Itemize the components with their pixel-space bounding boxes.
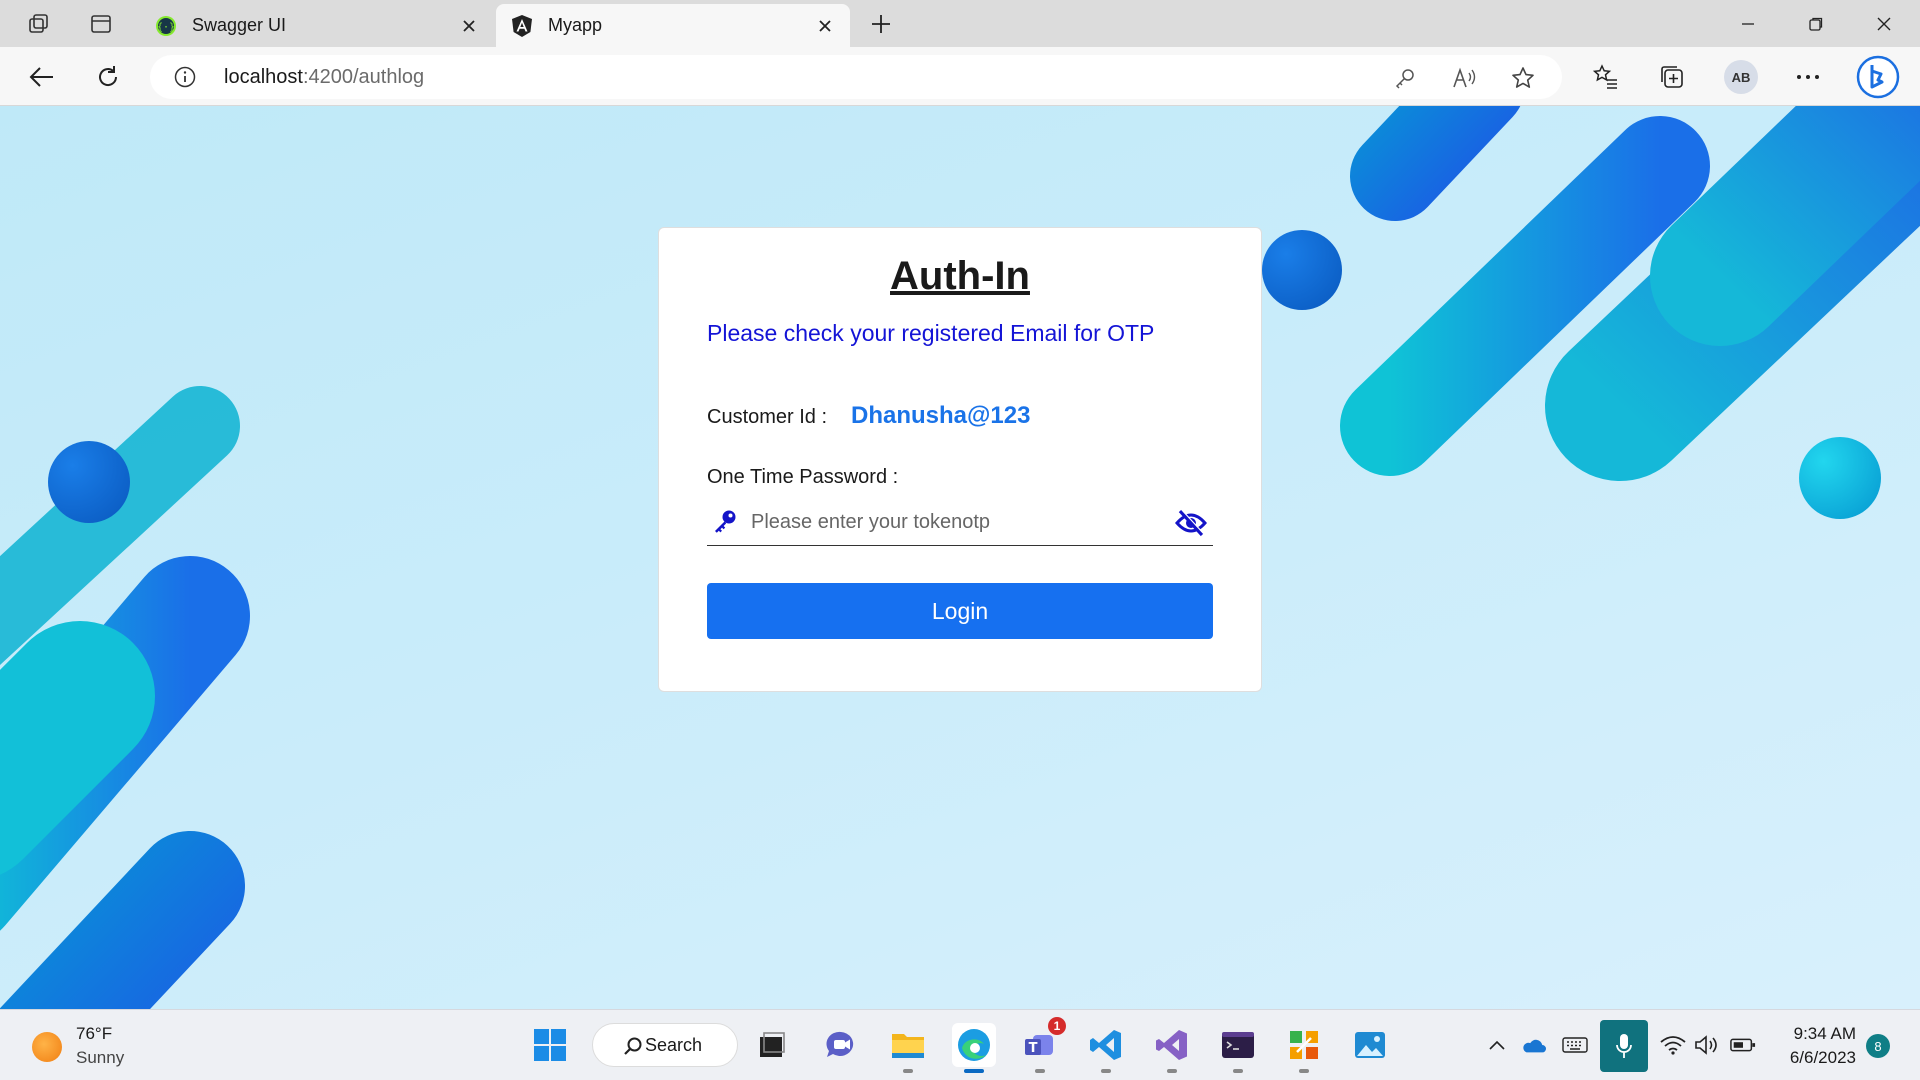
- taskbar-search[interactable]: Search: [592, 1023, 738, 1067]
- edge-browser-icon[interactable]: [952, 1023, 996, 1073]
- clock-time: 9:34 AM: [1793, 1024, 1856, 1043]
- running-indicator: [1167, 1069, 1177, 1073]
- restore-button[interactable]: [1796, 8, 1836, 40]
- login-button[interactable]: Login: [707, 583, 1213, 639]
- close-tab-icon[interactable]: [458, 15, 480, 37]
- svg-text:T: T: [1029, 1041, 1038, 1056]
- otp-label: One Time Password :: [707, 466, 899, 488]
- teams-chat-icon[interactable]: [820, 1023, 864, 1067]
- task-view-icon[interactable]: [750, 1023, 794, 1067]
- favorite-star-icon[interactable]: [1510, 65, 1536, 91]
- close-window-button[interactable]: [1864, 8, 1904, 40]
- angular-favicon-icon: [510, 14, 534, 38]
- tab-title: Swagger UI: [192, 15, 287, 35]
- site-info-icon[interactable]: [174, 66, 196, 88]
- refresh-button[interactable]: [92, 61, 124, 93]
- minimize-button[interactable]: [1728, 8, 1768, 40]
- volume-icon[interactable]: [1694, 1032, 1720, 1058]
- otp-notice-text: Please check your registered Email for O…: [707, 320, 1155, 346]
- url-path: :4200/authlog: [302, 66, 425, 88]
- running-indicator: [1035, 1069, 1045, 1073]
- search-label: Search: [645, 1034, 703, 1055]
- clock-date: 6/6/2023: [1789, 1048, 1856, 1067]
- customer-id-label: Customer Id :: [707, 406, 828, 428]
- running-indicator: [1101, 1069, 1111, 1073]
- key-icon: [711, 508, 739, 536]
- running-indicator: [964, 1069, 984, 1073]
- keyboard-icon[interactable]: [1562, 1032, 1588, 1058]
- profile-avatar[interactable]: AB: [1724, 60, 1758, 94]
- url-host: localhost: [224, 66, 303, 88]
- notification-badge: 1: [1048, 1017, 1066, 1035]
- file-explorer-icon[interactable]: [886, 1023, 930, 1073]
- battery-icon[interactable]: [1730, 1032, 1756, 1058]
- svg-text:{·}: {·}: [157, 22, 175, 33]
- read-aloud-icon[interactable]: [1452, 65, 1478, 91]
- start-button[interactable]: [528, 1023, 572, 1067]
- tab-swagger-ui[interactable]: {·} Swagger UI: [140, 4, 494, 47]
- page-viewport: Auth-In Please check your registered Ema…: [0, 106, 1920, 1009]
- notification-count-badge[interactable]: 8: [1866, 1034, 1890, 1058]
- visual-studio-icon[interactable]: [1150, 1023, 1194, 1073]
- tab-myapp[interactable]: Myapp: [496, 4, 850, 47]
- collections-icon[interactable]: [1656, 61, 1688, 93]
- photos-icon[interactable]: [1348, 1023, 1392, 1067]
- windows-taskbar: 76°F Sunny Search T 1 9:34 AM 6/6/2023 8: [0, 1009, 1920, 1080]
- vscode-icon[interactable]: [1084, 1023, 1128, 1073]
- sunny-weather-icon: [32, 1032, 62, 1062]
- search-icon: [624, 1037, 642, 1055]
- running-indicator: [1233, 1069, 1243, 1073]
- dev-tool-icon[interactable]: [1282, 1023, 1326, 1073]
- onedrive-cloud-icon[interactable]: [1520, 1032, 1546, 1058]
- toggle-visibility-icon[interactable]: [1175, 508, 1207, 538]
- favorites-icon[interactable]: [1590, 61, 1622, 93]
- close-tab-icon[interactable]: [814, 15, 836, 37]
- password-key-icon[interactable]: [1392, 65, 1418, 91]
- page-title: Auth-In: [890, 254, 1030, 298]
- microphone-icon[interactable]: [1600, 1020, 1648, 1072]
- customer-id-value: Dhanusha@123: [851, 402, 1031, 429]
- terminal-icon[interactable]: [1216, 1023, 1260, 1073]
- show-hidden-icons-chevron-icon[interactable]: [1484, 1032, 1510, 1058]
- back-button[interactable]: [26, 61, 58, 93]
- browser-toolbar: localhost:4200/authlog AB: [0, 47, 1920, 106]
- wifi-icon[interactable]: [1660, 1032, 1686, 1058]
- swagger-favicon-icon: {·}: [154, 14, 178, 38]
- otp-input[interactable]: [751, 506, 1151, 538]
- url-text[interactable]: localhost:4200/authlog: [224, 66, 424, 89]
- browser-tab-strip: {·} Swagger UI Myapp: [0, 0, 1920, 47]
- tab-actions-icon[interactable]: [86, 9, 116, 39]
- running-indicator: [903, 1069, 913, 1073]
- bing-copilot-icon[interactable]: [1856, 55, 1900, 99]
- running-indicator: [1299, 1069, 1309, 1073]
- new-tab-button[interactable]: [866, 9, 896, 39]
- workspaces-icon[interactable]: [24, 9, 54, 39]
- weather-temperature: 76°F: [76, 1024, 113, 1043]
- teams-icon[interactable]: T 1: [1018, 1017, 1066, 1073]
- tab-title: Myapp: [548, 15, 603, 35]
- weather-condition: Sunny: [76, 1048, 125, 1067]
- otp-field: [707, 500, 1213, 546]
- more-options-icon[interactable]: [1792, 61, 1824, 93]
- address-bar[interactable]: localhost:4200/authlog: [150, 55, 1562, 99]
- auth-card: Auth-In Please check your registered Ema…: [658, 227, 1262, 692]
